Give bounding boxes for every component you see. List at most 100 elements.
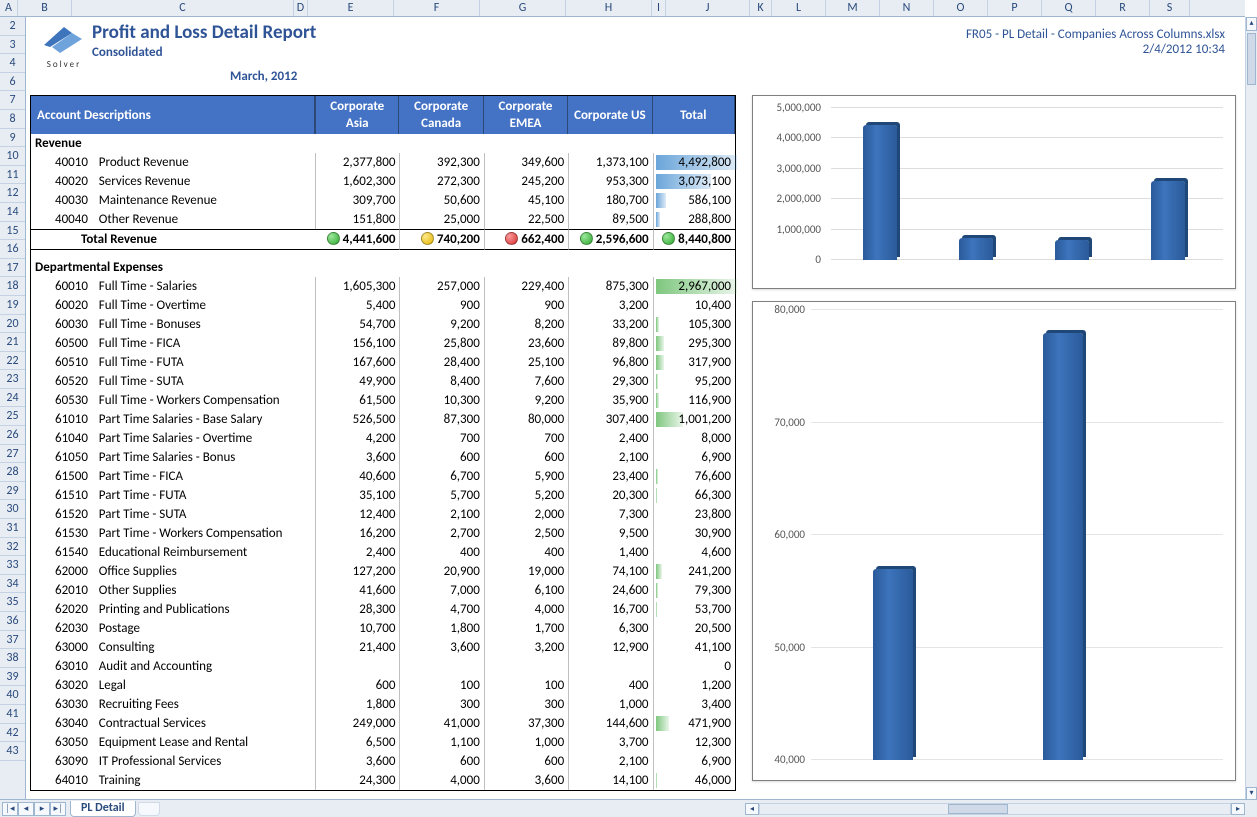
col-asia[interactable]: Corporate Asia [315, 96, 399, 134]
cell-canada[interactable]: 400 [399, 543, 483, 562]
cell-desc[interactable]: Part Time Salaries - Bonus [95, 448, 315, 467]
cell-emea[interactable]: 22,500 [484, 210, 568, 229]
cell-code[interactable]: 62020 [31, 600, 95, 619]
row-header-23[interactable]: 23 [0, 370, 25, 389]
section-header[interactable]: Departmental Expenses [31, 258, 735, 277]
cell-desc[interactable]: Services Revenue [95, 172, 315, 191]
cell-total[interactable]: 288,800 [653, 210, 735, 229]
vertical-scrollbar[interactable]: ▴ ▾ [1245, 17, 1257, 801]
chart-bar[interactable] [1043, 333, 1083, 761]
cell-emea[interactable]: 900 [484, 296, 568, 315]
cell-code[interactable]: 63020 [31, 676, 95, 695]
cell-us[interactable]: 16,700 [568, 600, 652, 619]
cell-us[interactable]: 7,300 [568, 505, 652, 524]
cell-emea[interactable]: 1,700 [484, 619, 568, 638]
col-header-A[interactable]: A [0, 0, 18, 16]
row-header-33[interactable]: 33 [0, 556, 25, 575]
table-row[interactable]: 60530 Full Time - Workers Compensation 6… [31, 391, 735, 410]
cell-us[interactable]: 35,900 [568, 391, 652, 410]
cell-desc[interactable]: Audit and Accounting [95, 657, 315, 676]
col-header-F[interactable]: F [394, 0, 480, 16]
cell-us[interactable]: 14,100 [568, 771, 652, 790]
cell-emea[interactable]: 100 [484, 676, 568, 695]
row-header-25[interactable]: 25 [0, 407, 25, 426]
cell-asia[interactable]: 3,600 [315, 752, 399, 771]
cell-asia[interactable]: 167,600 [315, 353, 399, 372]
cell-canada[interactable]: 900 [399, 296, 483, 315]
cell-emea[interactable]: 245,200 [484, 172, 568, 191]
cell-desc[interactable]: Full Time - Workers Compensation [95, 391, 315, 410]
cell-us[interactable]: 1,400 [568, 543, 652, 562]
cell-total[interactable]: 4,600 [653, 543, 735, 562]
cell-us[interactable]: 144,600 [568, 714, 652, 733]
table-row[interactable]: 63040 Contractual Services 249,000 41,00… [31, 714, 735, 733]
cell-asia[interactable]: 4,200 [315, 429, 399, 448]
cell-emea[interactable]: 349,600 [484, 153, 568, 172]
cell-asia[interactable]: 61,500 [315, 391, 399, 410]
row-header-21[interactable]: 21 [0, 333, 25, 352]
cell-code[interactable]: 60030 [31, 315, 95, 334]
cell-desc[interactable]: Full Time - Overtime [95, 296, 315, 315]
cell-total[interactable]: 6,900 [653, 448, 735, 467]
cell-total[interactable]: 3,073,100 [653, 172, 735, 191]
cell-us[interactable]: 2,100 [568, 752, 652, 771]
cell-canada[interactable]: 1,800 [399, 619, 483, 638]
cell-desc[interactable]: Other Supplies [95, 581, 315, 600]
cell-asia[interactable]: 1,605,300 [315, 277, 399, 296]
cell-code[interactable]: 63050 [31, 733, 95, 752]
row-header-42[interactable]: 42 [0, 724, 25, 743]
cell-canada[interactable] [399, 657, 483, 676]
cell-canada[interactable]: 20,900 [399, 562, 483, 581]
row-header-9[interactable]: 9 [0, 129, 25, 148]
cell-code[interactable]: 62030 [31, 619, 95, 638]
row-header-39[interactable]: 39 [0, 668, 25, 687]
cell-canada[interactable]: 2,100 [399, 505, 483, 524]
row-header-8[interactable]: 8 [0, 110, 25, 129]
cell-canada[interactable]: 272,300 [399, 172, 483, 191]
scroll-right-icon[interactable]: ▸ [1231, 803, 1245, 815]
pl-detail-table[interactable]: Account Descriptions Corporate Asia Corp… [30, 95, 736, 791]
cell-asia[interactable]: 28,300 [315, 600, 399, 619]
cell-asia[interactable] [315, 657, 399, 676]
row-header-35[interactable]: 35 [0, 593, 25, 612]
cell-asia[interactable]: 21,400 [315, 638, 399, 657]
cell-total[interactable]: 471,900 [653, 714, 735, 733]
cell-desc[interactable]: Other Revenue [95, 210, 315, 229]
cell-asia[interactable]: 309,700 [315, 191, 399, 210]
cell-emea[interactable] [484, 657, 568, 676]
horizontal-scrollbar[interactable]: ◂ ▸ [745, 801, 1245, 817]
cell-us[interactable]: 3,200 [568, 296, 652, 315]
hscroll-thumb[interactable] [948, 804, 1008, 814]
cell-code[interactable]: 60020 [31, 296, 95, 315]
cell-code[interactable]: 61040 [31, 429, 95, 448]
table-row[interactable]: 61530 Part Time - Workers Compensation 1… [31, 524, 735, 543]
cell-code[interactable]: 63030 [31, 695, 95, 714]
row-header-40[interactable]: 40 [0, 686, 25, 705]
cell-us[interactable]: 307,400 [568, 410, 652, 429]
cell-emea[interactable]: 45,100 [484, 191, 568, 210]
table-row[interactable]: 63030 Recruiting Fees 1,800 300 300 1,00… [31, 695, 735, 714]
cell-asia[interactable]: 54,700 [315, 315, 399, 334]
col-header-B[interactable]: B [18, 0, 72, 16]
cell-total[interactable]: 317,900 [653, 353, 735, 372]
row-header-32[interactable]: 32 [0, 538, 25, 557]
cell-asia[interactable]: 1,800 [315, 695, 399, 714]
cell-code[interactable]: 63040 [31, 714, 95, 733]
cell-total[interactable]: 2,967,000 [653, 277, 735, 296]
cell-asia[interactable]: 6,500 [315, 733, 399, 752]
cell-us[interactable]: 23,400 [568, 467, 652, 486]
table-row[interactable]: 60520 Full Time - SUTA 49,900 8,400 7,60… [31, 372, 735, 391]
cell-code[interactable]: 40020 [31, 172, 95, 191]
cell-desc[interactable]: Equipment Lease and Rental [95, 733, 315, 752]
cell-total[interactable]: 46,000 [653, 771, 735, 790]
cell-total[interactable]: 6,900 [653, 752, 735, 771]
cell-us[interactable] [568, 657, 652, 676]
row-header-37[interactable]: 37 [0, 631, 25, 650]
cell-emea[interactable]: 7,600 [484, 372, 568, 391]
cell-emea[interactable]: 3,600 [484, 771, 568, 790]
row-header-10[interactable]: 10 [0, 147, 25, 166]
cell-emea[interactable]: 4,000 [484, 600, 568, 619]
total-revenue-row[interactable]: Total Revenue 4,441,600 740,200 662,400 … [31, 229, 735, 250]
cell-canada[interactable]: 28,400 [399, 353, 483, 372]
cell-code[interactable]: 60520 [31, 372, 95, 391]
